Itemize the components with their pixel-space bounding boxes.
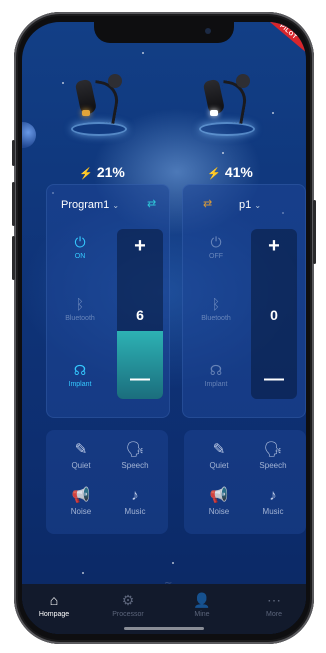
- program-name-left: Program1: [61, 199, 110, 211]
- power-icon: ⏻: [74, 234, 86, 250]
- tab-hompage[interactable]: ⌂ Hompage: [24, 592, 84, 618]
- chevron-down-icon: ⌄: [112, 201, 120, 210]
- app-screen: PILOT ⚡ 21% ⚡ 41% Program1 ⌄ ⇄ ⏻ ON ᛒ Blue…: [22, 22, 306, 634]
- mode-noise-right[interactable]: 📢 Noise: [192, 486, 246, 516]
- mode-label: Quiet: [209, 461, 229, 470]
- charging-icon: ⚡: [79, 168, 93, 180]
- volume-down-button-left[interactable]: —: [117, 368, 163, 391]
- volume-slider-left[interactable]: + 6 —: [117, 229, 163, 399]
- mode-speech-right[interactable]: 🗣 Speech: [246, 440, 300, 470]
- megaphone-icon: 📢: [209, 487, 229, 504]
- mode-label: Music: [262, 507, 284, 516]
- left-battery-value: 21%: [96, 164, 125, 180]
- mode-music-left[interactable]: ♪ Music: [108, 486, 162, 516]
- notch: [94, 22, 234, 43]
- left-mode-card: ✎ Quiet 🗣 Speech 📢 Noise ♪ Music: [46, 430, 168, 534]
- volume-slider-right[interactable]: + 0 —: [251, 229, 297, 399]
- mode-label: Speech: [121, 461, 149, 470]
- right-program-card: ⇄ p1 ⌄ ⏻ OFF ᛒ Bluetooth ☊ Implant + 0 —: [182, 184, 306, 418]
- home-indicator: [124, 627, 204, 630]
- right-device-image: [194, 70, 264, 142]
- mode-quiet-right[interactable]: ✎ Quiet: [192, 440, 246, 470]
- right-battery: ⚡ 41%: [190, 164, 270, 180]
- volume-down-button-right[interactable]: —: [251, 368, 297, 391]
- implant-toggle-right[interactable]: ☊ Implant: [183, 361, 249, 388]
- volume-up-button-left[interactable]: +: [117, 235, 163, 258]
- implant-icon: ☊: [209, 362, 223, 378]
- person-icon: 👤: [193, 592, 211, 608]
- left-device-image: [66, 70, 136, 142]
- volume-up-button: [12, 182, 15, 226]
- left-program-card: Program1 ⌄ ⇄ ⏻ ON ᛒ Bluetooth ☊ Implant …: [46, 184, 170, 418]
- power-button: [313, 200, 316, 264]
- bluetooth-icon: ᛒ: [211, 296, 221, 312]
- tab-processor[interactable]: ⚙ Processor: [98, 592, 158, 618]
- volume-value-right: 0: [270, 307, 278, 323]
- bluetooth-toggle-right[interactable]: ᛒ Bluetooth: [183, 295, 249, 322]
- megaphone-icon: 📢: [71, 487, 91, 504]
- power-label: OFF: [209, 253, 223, 260]
- mode-music-right[interactable]: ♪ Music: [246, 486, 300, 516]
- more-icon: ⋯: [267, 592, 281, 608]
- mode-label: Quiet: [71, 461, 91, 470]
- implant-icon: ☊: [73, 362, 87, 378]
- tab-label: Hompage: [38, 611, 70, 618]
- tab-mine[interactable]: 👤 Mine: [172, 592, 232, 618]
- tab-label: Processor: [112, 611, 144, 618]
- bluetooth-label: Bluetooth: [65, 315, 95, 322]
- power-toggle-right[interactable]: ⏻ OFF: [183, 233, 249, 260]
- power-toggle-left[interactable]: ⏻ ON: [47, 233, 113, 260]
- power-icon: ⏻: [210, 234, 222, 250]
- right-device-led: [210, 110, 218, 116]
- bottom-tab-bar: ⌂ Hompage ⚙ Processor 👤 Mine ⋯ More: [22, 584, 306, 634]
- front-camera: [205, 28, 211, 34]
- mute-switch: [12, 140, 15, 166]
- implant-label: Implant: [204, 381, 228, 388]
- music-note-icon: ♪: [269, 487, 277, 504]
- bluetooth-icon: ᛒ: [75, 296, 85, 312]
- sync-arrows-icon[interactable]: ⇄: [203, 197, 212, 210]
- charging-icon: ⚡: [207, 168, 221, 180]
- volume-up-button-right[interactable]: +: [251, 235, 297, 258]
- mode-quiet-left[interactable]: ✎ Quiet: [54, 440, 108, 470]
- gear-icon: ⚙: [121, 592, 135, 608]
- mode-label: Noise: [208, 507, 230, 516]
- mode-noise-left[interactable]: 📢 Noise: [54, 486, 108, 516]
- tab-label: Mine: [194, 611, 210, 618]
- volume-down-button: [12, 236, 15, 280]
- feather-icon: ✎: [74, 441, 88, 458]
- speaking-head-icon: 🗣: [125, 441, 145, 458]
- left-battery: ⚡ 21%: [62, 164, 142, 180]
- mode-label: Noise: [70, 507, 92, 516]
- planet-decoration: [22, 122, 36, 148]
- program-name-right: p1: [239, 199, 252, 211]
- feather-icon: ✎: [212, 441, 226, 458]
- music-note-icon: ♪: [131, 487, 139, 504]
- program-selector-right[interactable]: p1 ⌄: [239, 199, 261, 211]
- mode-speech-left[interactable]: 🗣 Speech: [108, 440, 162, 470]
- mode-label: Speech: [259, 461, 287, 470]
- power-label: ON: [74, 253, 86, 260]
- speaking-head-icon: 🗣: [263, 441, 283, 458]
- home-icon: ⌂: [49, 592, 59, 608]
- volume-value-left: 6: [136, 307, 144, 323]
- tab-more[interactable]: ⋯ More: [244, 592, 304, 618]
- implant-toggle-left[interactable]: ☊ Implant: [47, 361, 113, 388]
- chevron-down-icon: ⌄: [254, 201, 262, 210]
- sync-arrows-icon[interactable]: ⇄: [147, 197, 156, 210]
- left-device-led: [82, 110, 90, 116]
- implant-label: Implant: [68, 381, 92, 388]
- right-battery-value: 41%: [224, 164, 253, 180]
- bluetooth-label: Bluetooth: [201, 315, 231, 322]
- program-selector-left[interactable]: Program1 ⌄: [61, 199, 119, 211]
- bluetooth-toggle-left[interactable]: ᛒ Bluetooth: [47, 295, 113, 322]
- mode-label: Music: [124, 507, 146, 516]
- right-mode-card: ✎ Quiet 🗣 Speech 📢 Noise ♪ Music: [184, 430, 306, 534]
- tab-label: More: [266, 611, 282, 618]
